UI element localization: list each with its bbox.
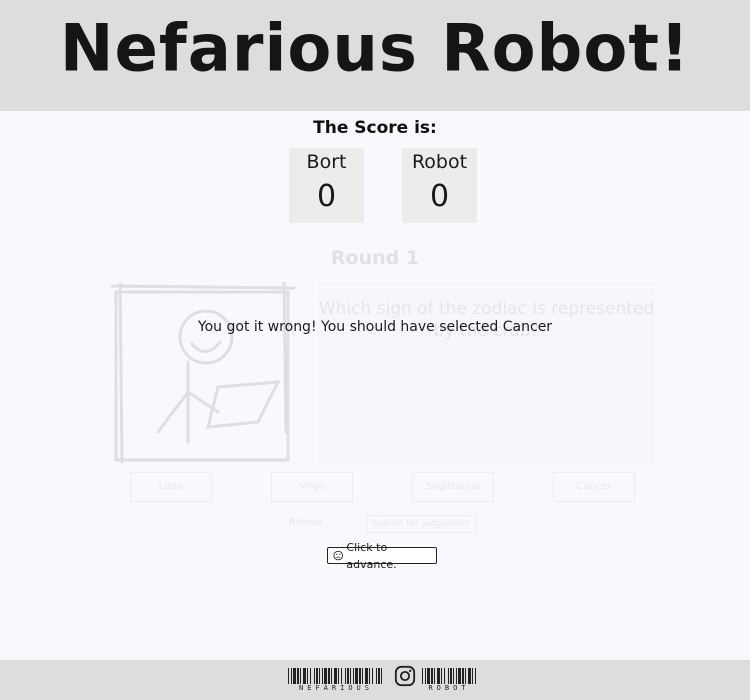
barcode-bar — [465, 668, 466, 684]
barcode-right-text: ROBOT — [428, 684, 470, 692]
barcode-bar — [288, 668, 289, 684]
barcode-bar — [334, 668, 337, 684]
barcode-bar — [322, 668, 323, 684]
barcode-bar — [341, 668, 342, 684]
barcode-bar — [316, 668, 318, 684]
barcode-bar — [314, 668, 315, 684]
barcode-bar — [293, 668, 296, 684]
barcode-bar — [319, 668, 320, 684]
barcode-bar — [378, 668, 380, 684]
barcode-bar — [307, 668, 308, 684]
round-label: Round 1 — [330, 247, 420, 269]
barcode-bar — [365, 668, 368, 684]
barcode-bar — [324, 668, 327, 684]
barcode-bar — [372, 668, 373, 684]
header: Nefarious Robot! — [0, 0, 750, 111]
barcode-bar — [427, 668, 430, 684]
advance-label: Click to advance. — [346, 540, 397, 571]
barcode-bar — [475, 668, 476, 684]
barcode-bar — [444, 668, 445, 684]
barcode-bar — [353, 668, 354, 684]
barcode-bar — [458, 668, 461, 684]
barcode-right: ROBOT — [422, 668, 476, 692]
robot-score: 0 — [429, 179, 450, 214]
advance-button[interactable]: Click to advance. — [327, 541, 437, 571]
player-name: Bort — [306, 151, 347, 173]
barcode-bar — [381, 668, 382, 684]
barcode-bar — [338, 668, 339, 684]
barcode-bar — [328, 668, 330, 684]
answer-button-3[interactable]: Sagittarius — [412, 472, 494, 502]
barcode-right-bars — [422, 668, 476, 684]
barcode-bar — [434, 668, 435, 684]
result-message: You got it wrong! You should have select… — [197, 319, 553, 335]
barcode-bar — [347, 668, 349, 684]
barcode-bar — [297, 668, 299, 684]
barcode-left: NEFARIOUS — [288, 668, 384, 692]
barcode-bar — [331, 668, 332, 684]
barcode-bar — [437, 668, 440, 684]
barcode-bar — [450, 668, 452, 684]
barcode-bar — [303, 668, 306, 684]
player-score: 0 — [316, 179, 337, 214]
barcode-bar — [345, 668, 346, 684]
answer-button-2[interactable]: Virgo — [271, 472, 353, 502]
robot-name: Robot — [411, 151, 468, 173]
barcode-bar — [422, 668, 423, 684]
footer: NEFARIOUS ROBOT — [0, 660, 750, 700]
barcode-left-text: NEFARIOUS — [299, 684, 373, 692]
hint-label: Reveal — [289, 517, 323, 528]
robot-score-box: Robot 0 — [402, 148, 477, 223]
barcode-bar — [376, 668, 377, 684]
barcode-bar — [441, 668, 442, 684]
barcode-bar — [472, 668, 473, 684]
submit-button[interactable]: Submit for judgement — [366, 515, 476, 533]
instagram-icon[interactable] — [394, 665, 416, 687]
player-score-box: Bort 0 — [289, 148, 364, 223]
barcode-left-bars — [288, 668, 382, 684]
barcode-bar — [362, 668, 363, 684]
page-title: Nefarious Robot! — [59, 11, 691, 87]
answer-button-4[interactable]: Cancer — [553, 472, 635, 502]
barcode-bar — [359, 668, 361, 684]
robot-sketch — [110, 282, 296, 464]
barcode-bar — [456, 668, 457, 684]
barcode-bar — [350, 668, 351, 684]
barcode-bar — [431, 668, 433, 684]
score-heading: The Score is: — [313, 118, 437, 138]
barcode-bar — [468, 668, 471, 684]
barcode-bar — [425, 668, 426, 684]
barcode-bar — [462, 668, 464, 684]
barcode-bar — [448, 668, 449, 684]
barcode-bar — [310, 668, 311, 684]
barcode-bar — [291, 668, 292, 684]
barcode-bar — [300, 668, 301, 684]
answer-button-1[interactable]: Libra — [130, 472, 212, 502]
barcode-bar — [369, 668, 370, 684]
barcode-bar — [453, 668, 454, 684]
sad-face-icon — [333, 550, 343, 561]
barcode-bar — [355, 668, 358, 684]
